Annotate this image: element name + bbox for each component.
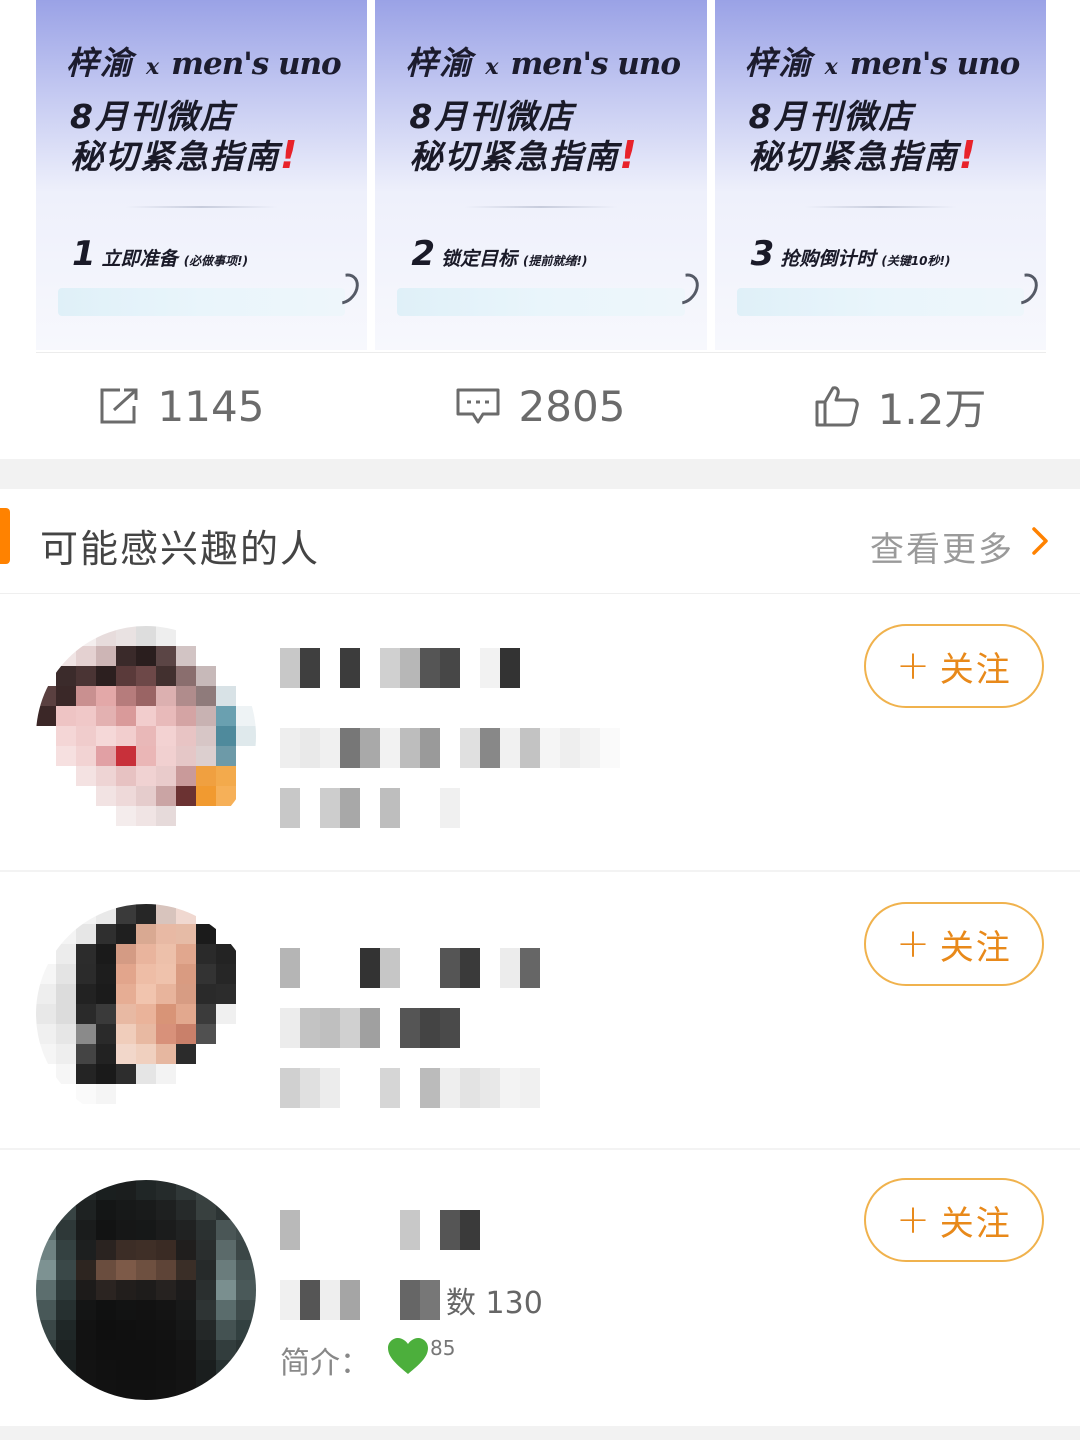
avatar[interactable] — [36, 904, 256, 1124]
follow-label: 关注 — [939, 927, 1012, 968]
comment-button[interactable]: 2805 — [360, 353, 720, 459]
card-step: 3 抢购倒计时 (关键10秒!) — [748, 234, 951, 274]
follow-button[interactable]: + 关注 — [864, 1178, 1044, 1262]
image-card-3[interactable]: 梓渝 x men's uno 8月刊微店 秘切紧急指南! 3 抢购倒计时 (关键10秒!… — [714, 0, 1046, 350]
redacted-description — [280, 1008, 460, 1048]
repost-button[interactable]: 1145 — [0, 353, 360, 459]
card-brand: 梓渝 x men's uno — [744, 44, 1021, 82]
like-button[interactable]: 1.2万 — [720, 353, 1080, 459]
green-heart-icon — [388, 1338, 428, 1374]
intro-label: 简介： — [280, 1346, 370, 1381]
section-accent-bar — [0, 508, 10, 564]
suggested-user-row[interactable]: 数 130 简介： 85 + 关注 — [0, 1150, 1080, 1426]
section-title: 可能感兴趣的人 — [40, 527, 321, 571]
card-title-line2: 秘切紧急指南! — [748, 133, 978, 177]
card-divider — [126, 206, 278, 208]
repost-count: 1145 — [157, 381, 265, 431]
follow-button[interactable]: + 关注 — [864, 902, 1044, 986]
bottom-separator — [0, 1426, 1080, 1440]
image-card-1[interactable]: 梓渝 x men's uno 8月刊微店 秘切紧急指南! 1 立即准备 (必做事项!) — [36, 0, 368, 350]
suggested-users-header: 可能感兴趣的人 查看更多 — [0, 490, 1080, 594]
section-separator — [0, 459, 1080, 489]
image-card-2[interactable]: 梓渝 x men's uno 8月刊微店 秘切紧急指南! 2 锁定目标 (提前就绪!) — [375, 0, 707, 350]
card-brand: 梓渝 x men's uno — [66, 44, 342, 82]
redacted-username — [280, 648, 520, 688]
fans-count: 数 130 — [446, 1286, 543, 1321]
suggested-user-row[interactable]: + 关注 — [0, 874, 1080, 1150]
card-divider — [804, 206, 956, 208]
action-bar: 1145 2805 1.2万 — [0, 353, 1080, 459]
follow-label: 关注 — [939, 649, 1012, 690]
card-step: 2 锁定目标 (提前就绪!) — [409, 234, 588, 274]
redacted-description — [280, 728, 620, 768]
card-divider — [465, 206, 617, 208]
avatar[interactable] — [36, 626, 256, 846]
redacted-intro — [280, 788, 460, 828]
thumbs-up-icon — [815, 386, 859, 427]
redacted-username — [280, 948, 540, 988]
redacted-username — [280, 1210, 480, 1250]
like-count: 1.2万 — [877, 384, 987, 434]
card-title-line2: 秘切紧急指南! — [70, 133, 300, 177]
redacted-intro — [280, 1068, 540, 1108]
heart-count: 85 — [430, 1336, 456, 1360]
card-bar — [58, 288, 346, 316]
card-title-line2: 秘切紧急指南! — [409, 133, 639, 177]
share-icon — [100, 388, 138, 424]
pixelated-avatar-image — [36, 626, 256, 846]
see-more-link[interactable]: 查看更多 — [870, 522, 1014, 571]
comment-count: 2805 — [518, 381, 626, 431]
card-brand: 梓渝 x men's uno — [405, 44, 681, 82]
card-bar — [736, 288, 1024, 316]
plus-icon: + — [896, 643, 932, 689]
suggested-user-row[interactable]: + 关注 — [0, 596, 1080, 872]
plus-icon: + — [896, 1197, 932, 1243]
redacted-description — [280, 1280, 440, 1320]
follow-button[interactable]: + 关注 — [864, 624, 1044, 708]
follow-label: 关注 — [939, 1203, 1012, 1244]
pixelated-avatar-image — [36, 1180, 256, 1400]
chevron-right-icon[interactable] — [1028, 526, 1052, 556]
plus-icon: + — [896, 921, 932, 967]
card-bar — [397, 288, 685, 316]
card-step: 1 立即准备 (必做事项!) — [70, 234, 249, 274]
avatar[interactable] — [36, 1180, 256, 1400]
image-grid: 梓渝 x men's uno 8月刊微店 秘切紧急指南! 1 立即准备 (必做事项!) … — [36, 0, 1046, 350]
comment-icon — [456, 388, 500, 424]
pixelated-avatar-image — [36, 904, 256, 1124]
